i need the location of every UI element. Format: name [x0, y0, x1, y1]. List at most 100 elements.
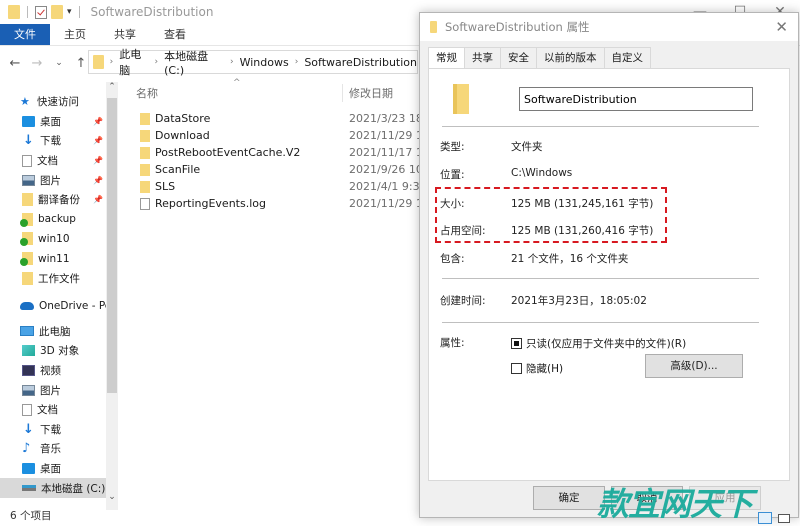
folder-name-input[interactable]	[519, 87, 753, 111]
file-row[interactable]: Download 2021/11/29 15:	[130, 127, 420, 144]
checkbox-icon[interactable]	[511, 363, 522, 374]
sidebar-item-3d-objects[interactable]: 3D 对象	[0, 341, 106, 361]
properties-icon[interactable]	[35, 5, 47, 19]
video-icon	[22, 365, 35, 377]
details-view-icon[interactable]	[758, 512, 772, 524]
pin-icon[interactable]: 📌	[93, 195, 103, 204]
column-name[interactable]: 名称	[136, 85, 158, 101]
pin-icon[interactable]: 📌	[93, 156, 103, 165]
sidebar-item-pc-pictures[interactable]: 图片	[0, 380, 106, 400]
dialog-close-button[interactable]: ✕	[775, 18, 788, 36]
sidebar-item-pc-desktop[interactable]: 桌面	[0, 459, 106, 479]
file-date: 2021/9/26 10:0	[349, 163, 420, 176]
sidebar-item-desktop[interactable]: 桌面 📌	[0, 112, 106, 132]
pin-icon[interactable]: 📌	[93, 117, 103, 126]
large-icons-view-icon[interactable]	[778, 514, 790, 523]
sidebar-item-this-pc[interactable]: 此电脑	[0, 322, 106, 342]
hidden-checkbox[interactable]: 隐藏(H)	[511, 361, 563, 376]
sidebar-item-work-files[interactable]: 工作文件	[0, 268, 106, 288]
sidebar-item-label: 此电脑	[39, 325, 71, 338]
log-file-icon	[140, 197, 150, 210]
file-row[interactable]: PostRebootEventCache.V2 2021/11/17 10:	[130, 144, 420, 161]
sidebar-item-pc-downloads[interactable]: ↓ 下载	[0, 420, 106, 440]
dialog-titlebar: SoftwareDistribution 属性	[420, 13, 798, 41]
file-date: 2021/3/23 18:0	[349, 112, 420, 125]
chevron-right-icon: ›	[230, 57, 234, 67]
navigation-pane: ★ 快速访问 桌面 📌 ↓ 下载 📌 文档 📌 图片 📌 翻译备份 📌 backup win…	[0, 92, 116, 502]
folder-icon	[430, 21, 437, 33]
music-icon: ♪	[22, 441, 31, 457]
scroll-up-icon[interactable]: ⌃	[106, 82, 118, 96]
sidebar-item-downloads[interactable]: ↓ 下载 📌	[0, 131, 106, 151]
column-date-modified[interactable]: 修改日期	[349, 85, 393, 101]
dialog-title: SoftwareDistribution 属性	[445, 20, 590, 34]
address-bar[interactable]: › 此电脑 › 本地磁盘 (C:) › Windows › SoftwareDi…	[88, 48, 418, 77]
sidebar-item-label: 翻译备份	[38, 194, 80, 207]
divider	[442, 278, 759, 279]
pictures-icon	[22, 384, 35, 396]
computer-icon	[20, 326, 34, 337]
readonly-checkbox[interactable]: 只读(仅应用于文件夹中的文件)(R)	[511, 336, 686, 351]
file-row[interactable]: SLS 2021/4/1 9:32	[130, 178, 420, 195]
sidebar-scrollbar-thumb[interactable]	[107, 98, 117, 393]
location-value: C:\Windows	[511, 167, 573, 179]
sidebar-item-music[interactable]: ♪ 音乐	[0, 439, 106, 459]
ok-button[interactable]: 确定	[533, 486, 605, 510]
tab-file[interactable]: 文件	[0, 24, 50, 45]
file-row[interactable]: DataStore 2021/3/23 18:0	[130, 110, 420, 127]
folder-icon	[22, 193, 33, 207]
file-row[interactable]: ScanFile 2021/9/26 10:0	[130, 161, 420, 178]
folder-icon	[140, 129, 150, 142]
sidebar-item-pc-documents[interactable]: 文档	[0, 400, 106, 420]
sidebar-item-quick-access[interactable]: ★ 快速访问	[0, 92, 106, 112]
new-folder-icon[interactable]	[51, 5, 63, 19]
breadcrumb-windows[interactable]: Windows	[240, 56, 289, 69]
tab-previous-versions[interactable]: 以前的版本	[536, 47, 605, 69]
sidebar-item-onedrive[interactable]: OneDrive - Per	[0, 296, 116, 316]
download-icon: ↓	[23, 421, 34, 437]
folder-icon	[453, 84, 469, 114]
size-label: 大小:	[440, 198, 465, 210]
file-name: ScanFile	[155, 163, 201, 176]
scroll-down-icon[interactable]: ⌄	[106, 492, 118, 506]
contains-label: 包含:	[440, 253, 465, 265]
tab-sharing[interactable]: 共享	[464, 47, 501, 69]
tab-share[interactable]: 共享	[100, 24, 150, 45]
folder-icon	[140, 112, 150, 125]
checkbox-indeterminate-icon[interactable]	[511, 338, 522, 349]
size-value: 125 MB (131,245,161 字节)	[511, 198, 654, 210]
sidebar-item-win11[interactable]: win11	[0, 249, 106, 269]
advanced-button[interactable]: 高级(D)...	[645, 354, 743, 378]
quick-access-dropdown-icon[interactable]: ▾	[67, 7, 72, 17]
file-row[interactable]: ReportingEvents.log 2021/11/29 15:	[130, 195, 420, 212]
sidebar-item-documents[interactable]: 文档 📌	[0, 151, 106, 171]
sidebar-item-backup[interactable]: backup	[0, 210, 106, 230]
back-button[interactable]: ←	[4, 56, 26, 71]
tab-view[interactable]: 查看	[150, 24, 200, 45]
sidebar-item-label: backup	[38, 213, 76, 226]
sidebar-item-win10[interactable]: win10	[0, 229, 106, 249]
sidebar-item-translation-backup[interactable]: 翻译备份 📌	[0, 190, 106, 210]
pin-icon[interactable]: 📌	[93, 136, 103, 145]
sidebar-item-label: 桌面	[40, 462, 61, 475]
file-date: 2021/11/17 10:	[349, 146, 420, 159]
sidebar-item-label: 图片	[40, 174, 61, 187]
sidebar-item-videos[interactable]: 视频	[0, 361, 106, 381]
sidebar-item-local-disk[interactable]: 本地磁盘 (C:)	[0, 478, 106, 498]
pin-icon[interactable]: 📌	[93, 176, 103, 185]
tab-home[interactable]: 主页	[50, 24, 100, 45]
hidden-label: 隐藏(H)	[526, 363, 564, 375]
divider	[442, 322, 759, 323]
recent-locations-icon[interactable]: ⌄	[48, 58, 70, 68]
breadcrumb-softwaredistribution[interactable]: SoftwareDistribution	[304, 56, 417, 69]
tab-security[interactable]: 安全	[500, 47, 537, 69]
forward-button[interactable]: →	[26, 56, 48, 71]
breadcrumb-local-disk[interactable]: 本地磁盘 (C:)	[164, 48, 224, 77]
sidebar-item-pictures[interactable]: 图片 📌	[0, 170, 106, 190]
breadcrumb-this-pc[interactable]: 此电脑	[119, 46, 148, 78]
sync-folder-icon	[20, 212, 33, 227]
column-divider[interactable]	[342, 84, 343, 102]
folder-icon	[140, 180, 150, 193]
tab-general[interactable]: 常规	[428, 47, 465, 69]
tab-customize[interactable]: 自定义	[603, 47, 651, 69]
